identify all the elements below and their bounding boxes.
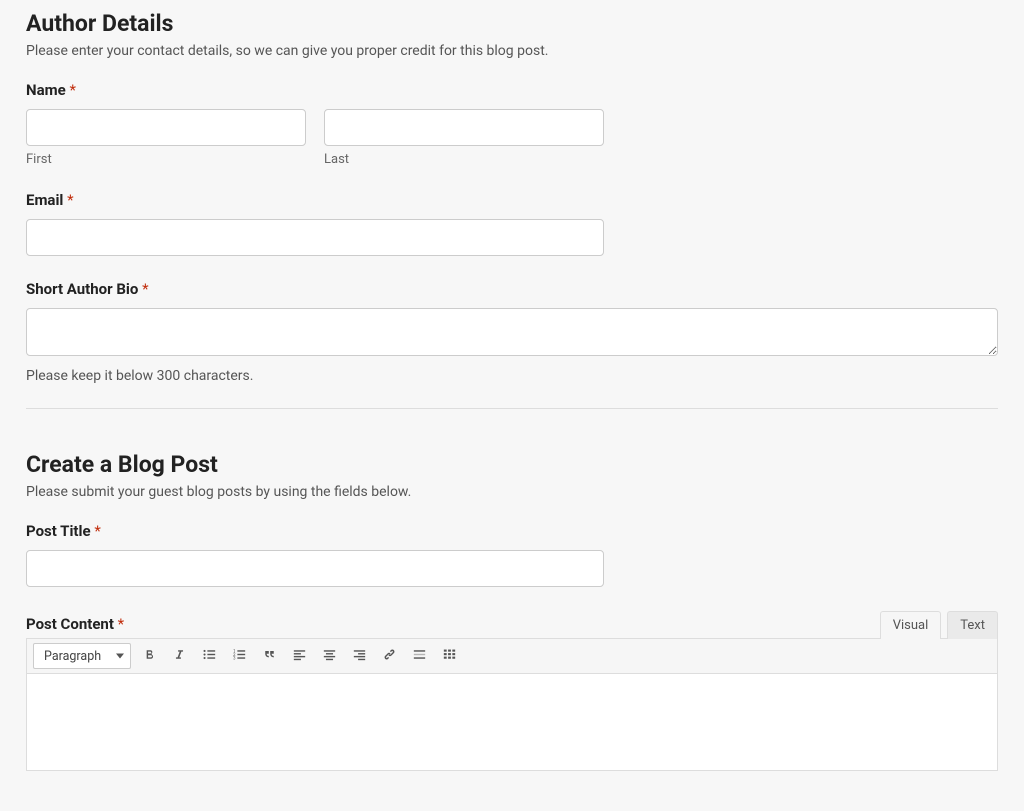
last-name-input[interactable] [324,109,604,146]
bulleted-list-button[interactable] [197,644,221,668]
caret-down-icon [116,654,124,659]
toolbar-toggle-icon [441,646,458,667]
link-icon [381,646,398,667]
bio-label: Short Author Bio * [26,280,998,298]
align-center-icon [321,646,338,667]
align-right-icon [351,646,368,667]
section-divider [26,408,998,409]
name-label-text: Name [26,81,66,99]
bio-helper-text: Please keep it below 300 characters. [26,368,998,384]
name-label: Name * [26,81,998,99]
post-title-label-text: Post Title [26,522,91,540]
first-name-sublabel: First [26,152,306,167]
numbered-list-button[interactable]: 123 [227,644,251,668]
bio-field-block: Short Author Bio * Please keep it below … [26,280,998,384]
post-title-required-asterisk: * [94,522,100,540]
email-input[interactable] [26,219,604,256]
bio-required-asterisk: * [142,280,148,298]
blockquote-icon [261,646,278,667]
bulleted-list-icon [201,646,218,667]
rich-text-editor: Paragraph 123 [26,638,998,771]
create-post-description: Please submit your guest blog posts by u… [26,484,998,500]
svg-text:3: 3 [233,656,236,661]
name-field-block: Name * First Last [26,81,998,167]
blockquote-button[interactable] [257,644,281,668]
email-label: Email * [26,191,998,209]
align-center-button[interactable] [317,644,341,668]
email-label-text: Email [26,191,63,209]
bold-button[interactable] [137,644,161,668]
post-title-input[interactable] [26,550,604,587]
editor-tab-text[interactable]: Text [947,611,998,639]
first-name-input[interactable] [26,109,306,146]
email-field-block: Email * [26,191,998,256]
bold-icon [141,646,158,667]
italic-button[interactable] [167,644,191,668]
post-content-field-block: Post Content * Visual Text Paragraph [26,611,998,771]
name-required-asterisk: * [69,81,75,99]
link-button[interactable] [377,644,401,668]
align-left-button[interactable] [287,644,311,668]
italic-icon [171,646,188,667]
read-more-button[interactable] [407,644,431,668]
post-title-label: Post Title * [26,522,998,540]
align-left-icon [291,646,308,667]
read-more-icon [411,646,428,667]
toolbar-toggle-button[interactable] [437,644,461,668]
post-content-label: Post Content * [26,615,124,633]
author-details-description: Please enter your contact details, so we… [26,43,998,59]
author-details-heading: Author Details [26,10,998,37]
editor-toolbar: Paragraph 123 [27,639,997,674]
create-post-heading: Create a Blog Post [26,451,998,478]
format-select[interactable]: Paragraph [33,643,131,669]
format-select-value: Paragraph [44,649,101,664]
numbered-list-icon: 123 [231,646,248,667]
bio-textarea[interactable] [26,308,998,356]
last-name-sublabel: Last [324,152,604,167]
email-required-asterisk: * [67,191,73,209]
post-content-label-text: Post Content [26,615,114,633]
align-right-button[interactable] [347,644,371,668]
post-content-required-asterisk: * [118,615,124,633]
post-title-field-block: Post Title * [26,522,998,587]
editor-tab-visual[interactable]: Visual [880,611,942,639]
bio-label-text: Short Author Bio [26,280,138,298]
